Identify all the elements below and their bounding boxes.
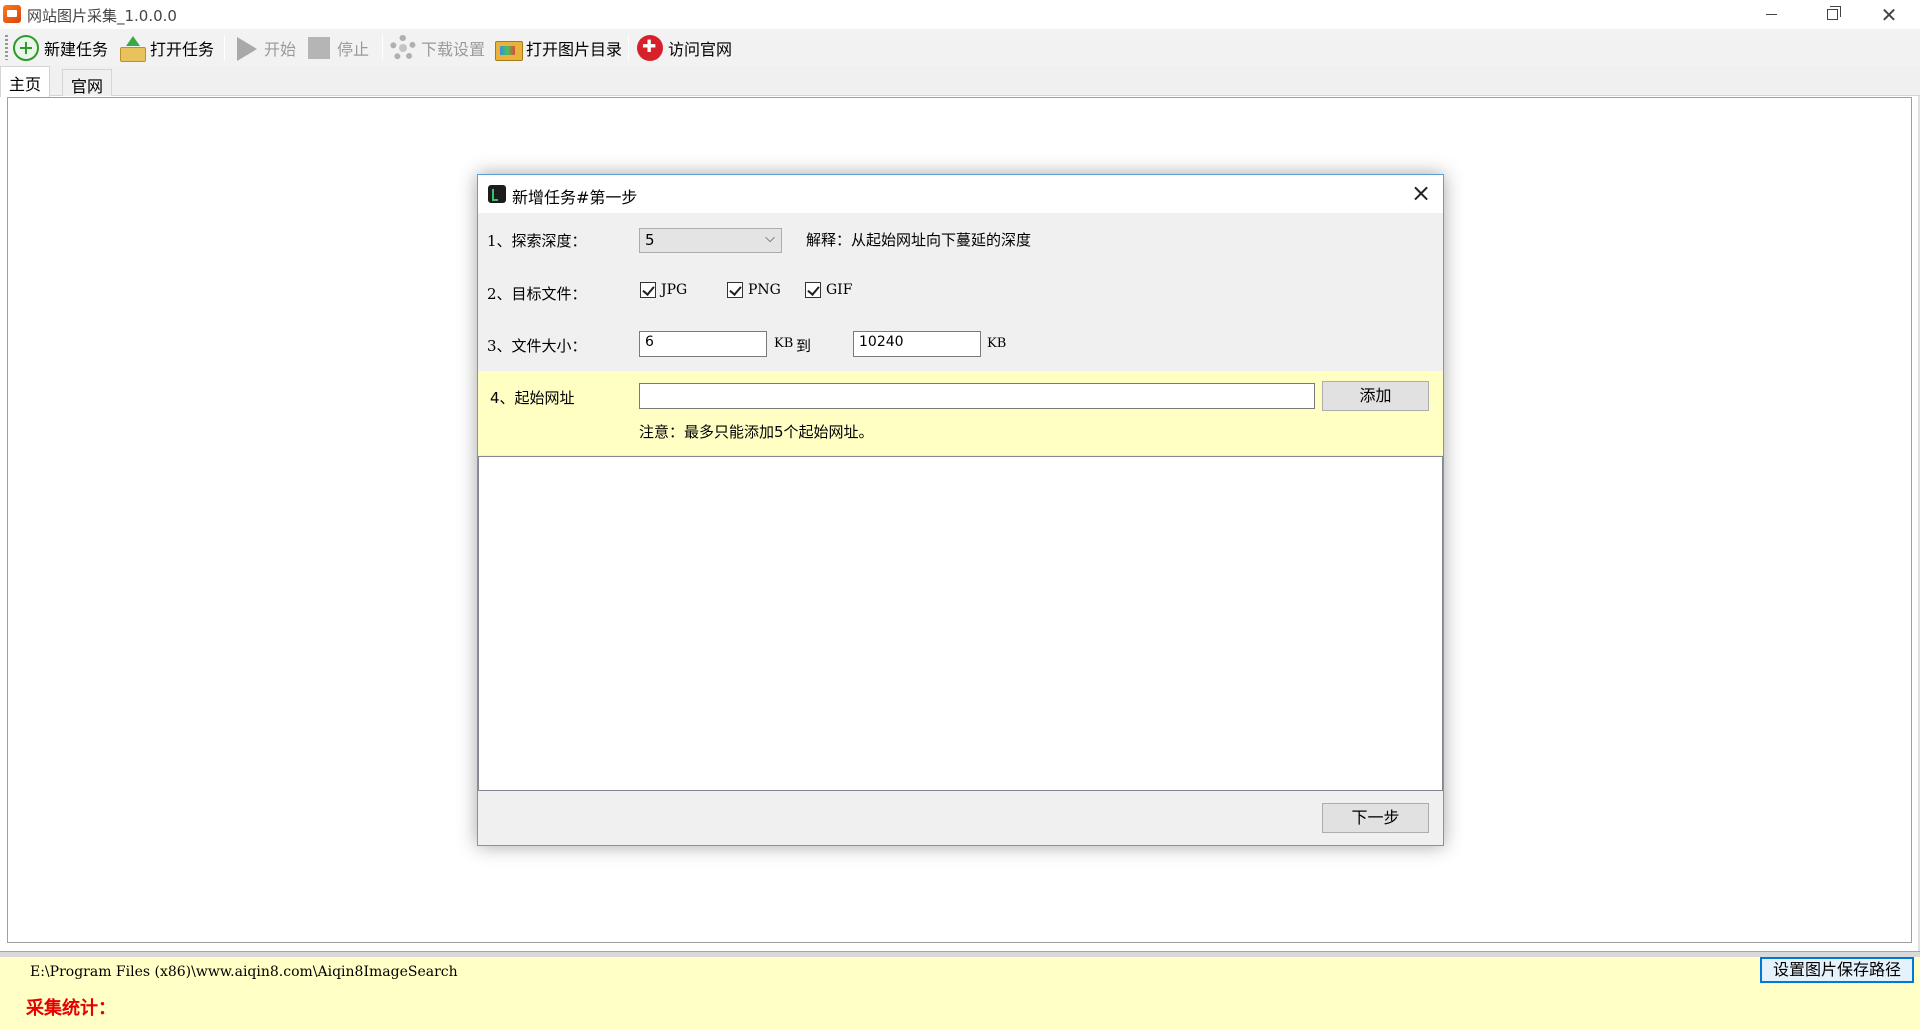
app-logo-icon <box>3 5 21 23</box>
visit-site-label: 访问官网 <box>668 39 733 59</box>
gif-label: GIF <box>826 282 853 298</box>
open-image-dir-button[interactable]: 打开图片目录 <box>495 32 622 63</box>
restore-button[interactable] <box>1809 0 1855 29</box>
window-title: 网站图片采集_1.0.0.0 <box>27 7 177 25</box>
close-icon: ✕ <box>1880 2 1898 27</box>
depth-select[interactable]: 5 ⌵ <box>639 228 782 253</box>
checkbox-checked-icon <box>640 282 656 298</box>
play-icon <box>233 35 259 61</box>
depth-hint: 解释：从起始网址向下蔓延的深度 <box>806 231 1032 249</box>
depth-value: 5 <box>645 231 655 249</box>
size-max-input[interactable]: 10240 <box>853 331 981 357</box>
start-label: 开始 <box>264 39 297 59</box>
size-to-label: 到 <box>796 337 812 355</box>
size-min-unit: KB <box>774 336 794 351</box>
next-step-button[interactable]: 下一步 <box>1322 803 1429 833</box>
new-task-dialog: 新增任务#第一步 × 1、探索深度： 5 ⌵ 解释：从起始网址向下蔓延的深度 2… <box>477 174 1444 846</box>
stop-label: 停止 <box>337 39 370 59</box>
new-task-label: 新建任务 <box>44 39 109 59</box>
size-min-input[interactable]: 6 <box>639 331 767 357</box>
start-url-input[interactable] <box>639 383 1315 409</box>
close-window-button[interactable]: ✕ <box>1866 0 1912 29</box>
tab-strip: 主页 官网 <box>0 66 1920 97</box>
terminal-icon <box>488 185 506 203</box>
start-url-label: 4、起始网址 <box>490 389 575 407</box>
minimize-icon <box>1765 14 1777 15</box>
tab-official-site[interactable]: 官网 <box>62 69 113 96</box>
new-task-button[interactable]: 新建任务 <box>13 32 108 63</box>
open-task-label: 打开任务 <box>150 39 215 59</box>
depth-label: 1、探索深度： <box>487 232 587 250</box>
size-max-unit: KB <box>987 336 1007 351</box>
add-circle-icon <box>13 34 39 61</box>
window-titlebar: 网站图片采集_1.0.0.0 ✕ <box>0 0 1920 29</box>
dialog-title: 新增任务#第一步 <box>512 188 638 207</box>
stats-label: 采集统计： <box>26 998 116 1019</box>
chevron-down-icon: ⌵ <box>765 231 775 246</box>
tab-home[interactable]: 主页 <box>0 66 51 97</box>
dialog-titlebar[interactable]: 新增任务#第一步 × <box>478 175 1443 213</box>
minimize-button[interactable] <box>1748 0 1794 29</box>
open-image-dir-label: 打开图片目录 <box>526 39 623 59</box>
toolbar-separator <box>628 35 629 60</box>
download-settings-label: 下载设置 <box>421 39 486 59</box>
toolbar-separator <box>382 35 383 60</box>
url-list[interactable] <box>478 456 1443 791</box>
visit-site-button[interactable]: 访问官网 <box>637 32 732 63</box>
folder-upload-icon <box>119 35 146 62</box>
checkbox-png[interactable]: PNG <box>727 282 781 298</box>
toolbar-separator <box>224 35 225 60</box>
size-label: 3、文件大小： <box>487 337 587 355</box>
dialog-close-button[interactable]: × <box>1408 181 1434 207</box>
checkbox-gif[interactable]: GIF <box>805 282 852 298</box>
jpg-label: JPG <box>661 282 688 298</box>
stop-button[interactable]: 停止 <box>306 32 369 63</box>
add-url-button[interactable]: 添加 <box>1322 381 1429 411</box>
set-save-path-button[interactable]: 设置图片保存路径 <box>1760 957 1914 983</box>
download-settings-button[interactable]: 下载设置 <box>390 32 485 63</box>
start-url-panel: 4、起始网址 添加 注意：最多只能添加5个起始网址。 <box>478 371 1443 455</box>
stop-icon <box>306 35 332 61</box>
url-note: 注意：最多只能添加5个起始网址。 <box>639 423 874 441</box>
checkbox-checked-icon <box>727 282 743 298</box>
start-button[interactable]: 开始 <box>233 32 296 63</box>
filetype-label: 2、目标文件： <box>487 285 587 303</box>
save-path-text: E:\Program Files (x86)\www.aiqin8.com\Ai… <box>30 964 458 980</box>
red-cross-icon <box>637 34 663 61</box>
open-task-button[interactable]: 打开任务 <box>119 32 214 63</box>
toolbar-grip[interactable] <box>5 35 8 60</box>
png-label: PNG <box>748 282 781 298</box>
checkbox-jpg[interactable]: JPG <box>640 282 687 298</box>
checkbox-checked-icon <box>805 282 821 298</box>
gear-icon <box>390 34 416 61</box>
status-panel: E:\Program Files (x86)\www.aiqin8.com\Ai… <box>0 957 1920 1029</box>
image-folder-icon <box>495 35 523 61</box>
toolbar: 新建任务 打开任务 开始 停止 下载设置 打开图片目录 访问官网 <box>0 29 1920 66</box>
restore-icon <box>1826 6 1841 20</box>
